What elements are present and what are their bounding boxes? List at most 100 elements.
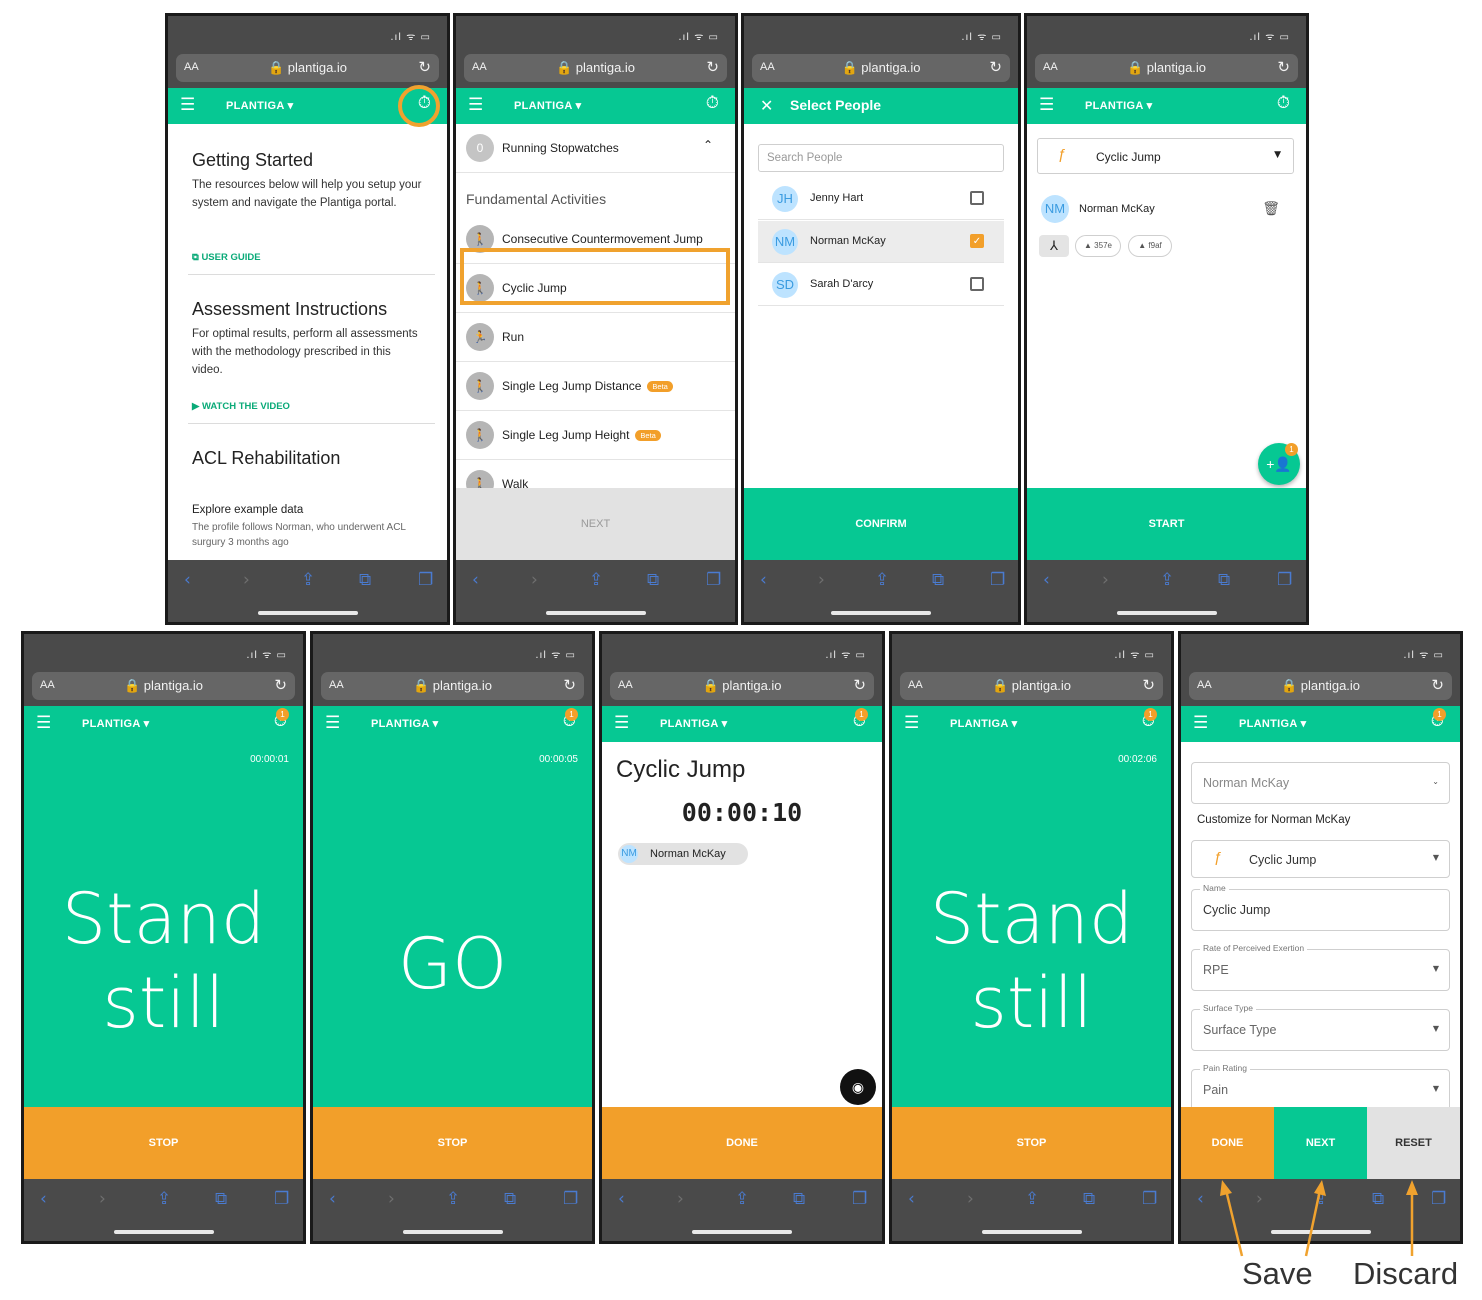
stop-button[interactable]: STOP bbox=[892, 1107, 1171, 1179]
back-icon[interactable]: ‹ bbox=[618, 1189, 625, 1209]
bookmarks-icon[interactable]: ⧉ bbox=[215, 1189, 227, 1209]
reload-icon[interactable]: ↻ bbox=[1277, 58, 1290, 76]
stop-button[interactable]: STOP bbox=[313, 1107, 592, 1179]
chevron-up-icon[interactable]: ⌃ bbox=[703, 138, 713, 152]
done-button[interactable]: DONE bbox=[602, 1107, 882, 1179]
reload-icon[interactable]: ↻ bbox=[989, 58, 1002, 76]
share-icon[interactable]: ⇪ bbox=[589, 570, 603, 590]
share-icon[interactable]: ⇪ bbox=[446, 1189, 460, 1209]
bookmarks-icon[interactable]: ⧉ bbox=[647, 570, 659, 590]
address-bar[interactable]: AA 🔒 plantiga.io ↻ bbox=[900, 672, 1163, 700]
activity-item[interactable]: 🚶 Single Leg Jump Distance Beta bbox=[456, 362, 735, 411]
brand-dropdown[interactable]: PLANTIGA ▾ bbox=[660, 717, 727, 730]
activity-item[interactable]: 🚶 Single Leg Jump Height Beta bbox=[456, 411, 735, 460]
tabs-icon[interactable]: ❐ bbox=[1142, 1189, 1157, 1209]
forward-icon[interactable]: › bbox=[99, 1189, 106, 1209]
tabs-icon[interactable]: ❐ bbox=[1277, 570, 1292, 590]
bookmarks-icon[interactable]: ⧉ bbox=[793, 1189, 805, 1209]
forward-icon[interactable]: › bbox=[1256, 1189, 1263, 1209]
stopwatch-icon[interactable]: ⏱ bbox=[1277, 93, 1290, 113]
activity-select[interactable]: ƒ Cyclic Jump ▼ bbox=[1037, 138, 1294, 174]
share-icon[interactable]: ⇪ bbox=[875, 570, 889, 590]
person-row[interactable]: SD Sarah D'arcy bbox=[758, 264, 1004, 306]
back-icon[interactable]: ‹ bbox=[184, 570, 191, 590]
menu-icon[interactable]: ☰ bbox=[1193, 713, 1208, 733]
reload-icon[interactable]: ↻ bbox=[563, 676, 576, 694]
menu-icon[interactable]: ☰ bbox=[904, 713, 919, 733]
address-bar[interactable]: AA 🔒 plantiga.io ↻ bbox=[1035, 54, 1298, 82]
menu-icon[interactable]: ☰ bbox=[614, 713, 629, 733]
running-stopwatches-row[interactable]: 0 Running Stopwatches ⌃ bbox=[456, 124, 735, 173]
menu-icon[interactable]: ☰ bbox=[1039, 95, 1054, 115]
forward-icon[interactable]: › bbox=[818, 570, 825, 590]
reload-icon[interactable]: ↻ bbox=[274, 676, 287, 694]
reload-icon[interactable]: ↻ bbox=[853, 676, 866, 694]
reset-button[interactable]: RESET bbox=[1367, 1107, 1460, 1179]
checkbox-checked[interactable]: ✓ bbox=[970, 234, 984, 248]
brand-dropdown[interactable]: PLANTIGA ▾ bbox=[226, 99, 293, 112]
menu-icon[interactable]: ☰ bbox=[468, 95, 483, 115]
share-icon[interactable]: ⇪ bbox=[1314, 1189, 1328, 1209]
bookmarks-icon[interactable]: ⧉ bbox=[504, 1189, 516, 1209]
forward-icon[interactable]: › bbox=[1102, 570, 1109, 590]
reload-icon[interactable]: ↻ bbox=[1142, 676, 1155, 694]
forward-icon[interactable]: › bbox=[531, 570, 538, 590]
reload-icon[interactable]: ↻ bbox=[1431, 676, 1444, 694]
rpe-select[interactable]: Rate of Perceived Exertion RPE ▼ bbox=[1191, 943, 1450, 991]
stopwatch-icon[interactable]: ⏱ bbox=[706, 93, 719, 113]
confirm-button[interactable]: CONFIRM bbox=[744, 488, 1018, 560]
tabs-icon[interactable]: ❐ bbox=[706, 570, 721, 590]
next-button[interactable]: NEXT bbox=[1274, 1107, 1367, 1179]
reload-icon[interactable]: ↻ bbox=[418, 58, 431, 76]
brand-dropdown[interactable]: PLANTIGA ▾ bbox=[950, 717, 1017, 730]
share-icon[interactable]: ⇪ bbox=[301, 570, 315, 590]
search-input[interactable]: Search People bbox=[758, 144, 1004, 172]
brand-dropdown[interactable]: PLANTIGA ▾ bbox=[1085, 99, 1152, 112]
brand-dropdown[interactable]: PLANTIGA ▾ bbox=[1239, 717, 1306, 730]
surface-select[interactable]: Surface Type Surface Type ▼ bbox=[1191, 1003, 1450, 1051]
menu-icon[interactable]: ☰ bbox=[36, 713, 51, 733]
checkbox[interactable] bbox=[970, 191, 984, 205]
bookmarks-icon[interactable]: ⧉ bbox=[1083, 1189, 1095, 1209]
user-guide-link[interactable]: ⧉ USER GUIDE bbox=[192, 252, 261, 263]
trash-icon[interactable]: 🗑 bbox=[1262, 200, 1280, 217]
back-icon[interactable]: ‹ bbox=[908, 1189, 915, 1209]
brand-dropdown[interactable]: PLANTIGA ▾ bbox=[514, 99, 581, 112]
acl-subtitle[interactable]: Explore example data bbox=[192, 504, 303, 516]
back-icon[interactable]: ‹ bbox=[1043, 570, 1050, 590]
done-button[interactable]: DONE bbox=[1181, 1107, 1274, 1179]
back-icon[interactable]: ‹ bbox=[329, 1189, 336, 1209]
person-select[interactable]: Norman McKay ⌄ bbox=[1191, 762, 1450, 804]
tabs-icon[interactable]: ❐ bbox=[852, 1189, 867, 1209]
start-button[interactable]: START bbox=[1027, 488, 1306, 560]
bookmarks-icon[interactable]: ⧉ bbox=[1372, 1189, 1384, 1209]
bookmarks-icon[interactable]: ⧉ bbox=[1218, 570, 1230, 590]
bookmarks-icon[interactable]: ⧉ bbox=[932, 570, 944, 590]
tabs-icon[interactable]: ❐ bbox=[418, 570, 433, 590]
activity-item[interactable]: 🏃 Run bbox=[456, 313, 735, 362]
address-bar[interactable]: AA 🔒 plantiga.io ↻ bbox=[464, 54, 727, 82]
address-bar[interactable]: AA 🔒 plantiga.io ↻ bbox=[610, 672, 874, 700]
address-bar[interactable]: AA 🔒 plantiga.io ↻ bbox=[176, 54, 439, 82]
brand-dropdown[interactable]: PLANTIGA ▾ bbox=[371, 717, 438, 730]
tabs-icon[interactable]: ❐ bbox=[990, 570, 1005, 590]
activity-type-chip[interactable]: ⅄ bbox=[1039, 235, 1069, 257]
location-fab[interactable]: ◉ bbox=[840, 1069, 876, 1105]
share-icon[interactable]: ⇪ bbox=[157, 1189, 171, 1209]
tabs-icon[interactable]: ❐ bbox=[274, 1189, 289, 1209]
forward-icon[interactable]: › bbox=[243, 570, 250, 590]
forward-icon[interactable]: › bbox=[677, 1189, 684, 1209]
tabs-icon[interactable]: ❐ bbox=[563, 1189, 578, 1209]
stop-button[interactable]: STOP bbox=[24, 1107, 303, 1179]
back-icon[interactable]: ‹ bbox=[1197, 1189, 1204, 1209]
close-icon[interactable]: ✕ bbox=[760, 96, 773, 115]
menu-icon[interactable]: ☰ bbox=[180, 95, 195, 115]
caret-down-icon[interactable]: ▼ bbox=[1274, 150, 1281, 160]
share-icon[interactable]: ⇪ bbox=[735, 1189, 749, 1209]
back-icon[interactable]: ‹ bbox=[760, 570, 767, 590]
watch-video-link[interactable]: ▶ WATCH THE VIDEO bbox=[192, 401, 290, 412]
forward-icon[interactable]: › bbox=[967, 1189, 974, 1209]
next-button[interactable]: NEXT bbox=[456, 488, 735, 560]
bookmarks-icon[interactable]: ⧉ bbox=[359, 570, 371, 590]
forward-icon[interactable]: › bbox=[388, 1189, 395, 1209]
